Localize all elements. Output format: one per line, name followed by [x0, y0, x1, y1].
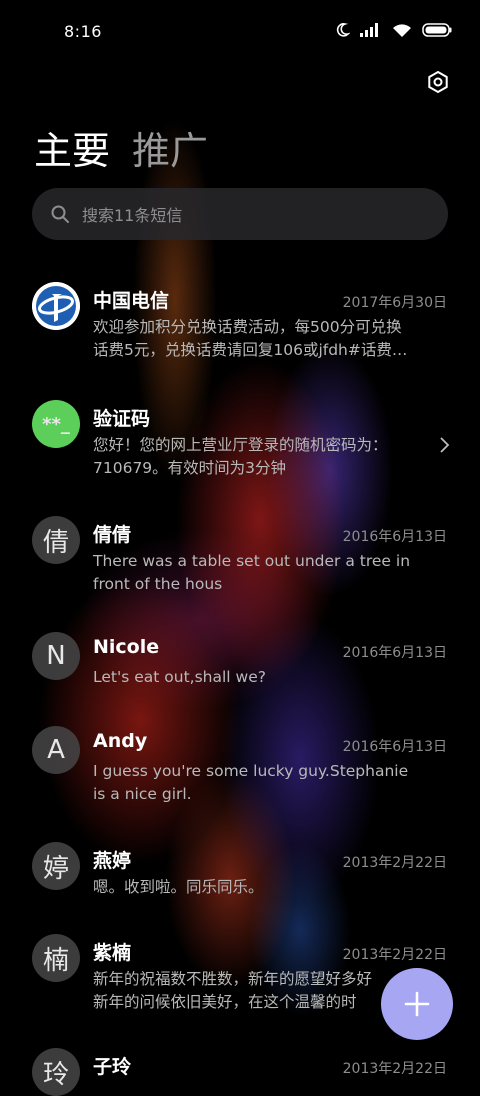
- message-date: 2016年6月13日: [342, 645, 447, 661]
- message-date: 2013年2月22日: [342, 855, 447, 871]
- wifi-icon: [393, 23, 411, 37]
- contact-name: 验证码: [93, 408, 151, 430]
- contact-name: Nicole: [93, 636, 160, 658]
- avatar: 楠: [32, 934, 80, 982]
- avatar: 婷: [32, 842, 80, 890]
- search-icon: [51, 205, 69, 223]
- message-date: 2017年6月30日: [342, 295, 447, 311]
- message-date: 2016年6月13日: [342, 529, 447, 545]
- message-preview: 嗯。收到啦。同乐同乐。: [93, 878, 264, 896]
- chevron-right-icon[interactable]: [438, 436, 450, 454]
- settings-icon[interactable]: [426, 70, 450, 94]
- message-preview: 欢迎参加积分兑换话费活动，每500分可兑换 话费5元，兑换话费请回复106或jf…: [93, 318, 408, 359]
- avatar: N: [32, 632, 80, 680]
- moon-icon: [336, 23, 350, 37]
- contact-name: 中国电信: [93, 290, 170, 312]
- status-bar: 8:16: [0, 0, 480, 60]
- avatar: 倩: [32, 516, 80, 564]
- search-placeholder: 搜索11条短信: [82, 206, 183, 225]
- tab-promotions[interactable]: 推广: [132, 120, 208, 175]
- message-date: 2013年2月22日: [342, 1061, 447, 1077]
- message-preview: 您好！您的网上营业厅登录的随机密码为： 710679。有效时间为3分钟: [93, 436, 388, 477]
- message-date: 2013年2月22日: [342, 947, 447, 963]
- message-preview: Let's eat out,shall we?: [93, 668, 266, 686]
- search-bar[interactable]: 搜索11条短信: [32, 188, 448, 240]
- status-icons: [334, 22, 452, 38]
- new-message-button[interactable]: [381, 968, 453, 1040]
- status-time: 8:16: [64, 22, 102, 41]
- contact-name: Andy: [93, 730, 148, 752]
- tab-bar: 主要 推广: [34, 120, 208, 175]
- contact-name: 紫楠: [93, 942, 132, 964]
- tab-primary[interactable]: 主要: [34, 120, 110, 175]
- message-date: 2016年6月13日: [342, 739, 447, 755]
- avatar: A: [32, 726, 80, 774]
- avatar: 玲: [32, 1048, 80, 1096]
- china-telecom-logo: [32, 282, 80, 330]
- signal-icon: [360, 23, 378, 37]
- message-preview: I guess you're some lucky guy.Stephanie …: [93, 762, 409, 803]
- contact-name: 燕婷: [93, 850, 132, 872]
- verification-avatar: **_: [32, 400, 80, 448]
- message-preview: There was a table set out under a tree i…: [93, 552, 411, 593]
- contact-name: 倩倩: [93, 524, 132, 546]
- battery-icon: [422, 23, 452, 37]
- plus-icon: [404, 991, 430, 1017]
